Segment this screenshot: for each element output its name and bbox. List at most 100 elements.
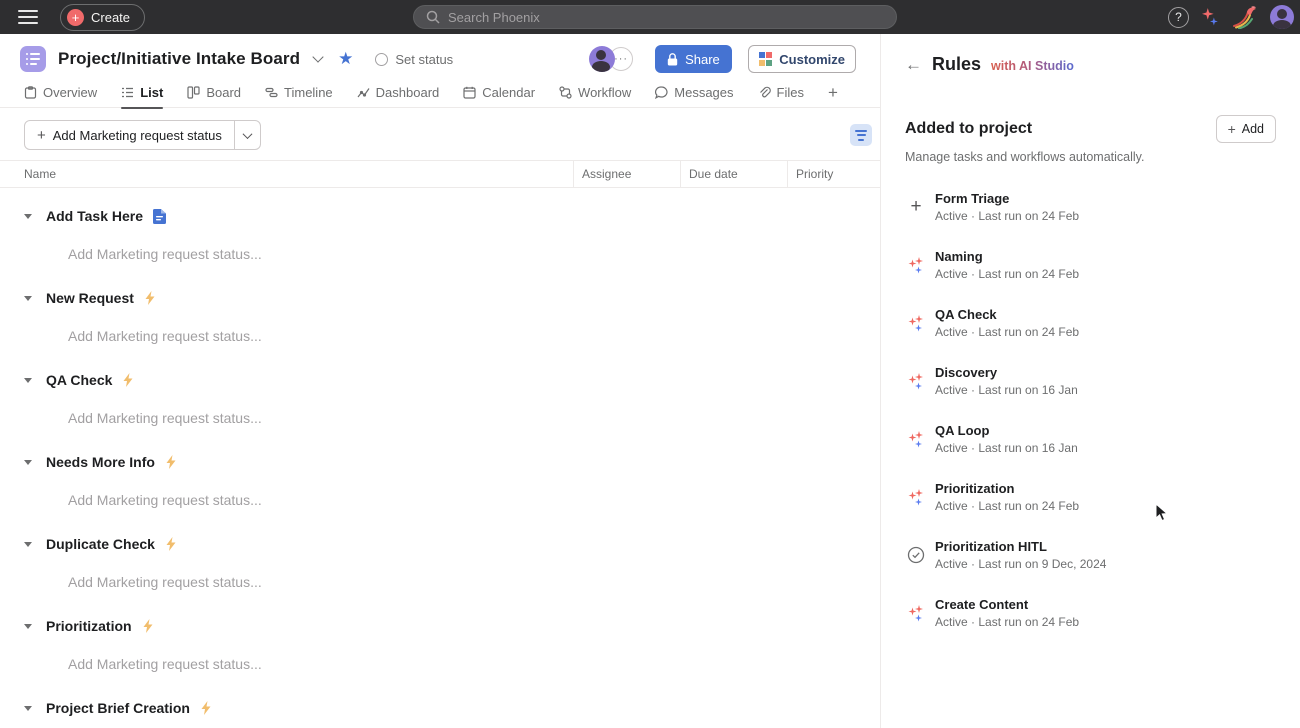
add-task-placeholder[interactable]: Add Marketing request status... <box>68 238 880 270</box>
rule-status: Active · Last run on 9 Dec, 2024 <box>935 557 1106 571</box>
customize-button[interactable]: Customize <box>748 45 856 73</box>
section-prioritization: Prioritization Add Marketing request sta… <box>0 610 880 680</box>
ai-sparkles-icon <box>908 257 925 274</box>
section-title[interactable]: Prioritization <box>46 618 132 634</box>
add-status-button[interactable]: + Add Marketing request status <box>24 120 261 150</box>
add-task-placeholder[interactable]: Add Marketing request status... <box>68 484 880 516</box>
tab-list[interactable]: List <box>121 78 163 108</box>
tab-label: Board <box>206 85 241 100</box>
ai-studio-badge: with AI Studio <box>991 59 1074 73</box>
rule-qa-check[interactable]: QA Check Active · Last run on 24 Feb <box>881 294 1300 352</box>
add-status-label: Add Marketing request status <box>53 128 222 143</box>
sidebar-toggle-icon[interactable] <box>10 3 46 31</box>
tab-timeline[interactable]: Timeline <box>265 78 333 108</box>
tab-workflow[interactable]: Workflow <box>559 78 631 108</box>
rule-name: Prioritization <box>935 481 1079 496</box>
rule-qa-loop[interactable]: QA Loop Active · Last run on 16 Jan <box>881 410 1300 468</box>
section-title[interactable]: Needs More Info <box>46 454 155 470</box>
project-icon[interactable] <box>20 46 46 72</box>
customize-grid-icon <box>759 52 773 66</box>
topbar: + Create Search Phoenix ? <box>0 0 1300 34</box>
rule-prioritization[interactable]: Prioritization Active · Last run on 24 F… <box>881 468 1300 526</box>
rule-bolt-icon <box>200 701 212 715</box>
section-collapse-icon[interactable] <box>24 296 32 301</box>
back-arrow-icon[interactable]: ← <box>905 55 922 75</box>
rule-bolt-icon <box>122 373 134 387</box>
paperclip-icon <box>758 86 771 99</box>
rule-bolt-icon <box>142 619 154 633</box>
tab-label: Files <box>777 85 804 100</box>
tab-label: Workflow <box>578 85 631 100</box>
user-avatar[interactable] <box>1270 5 1294 29</box>
rule-name: Prioritization HITL <box>935 539 1106 554</box>
rule-status: Active · Last run on 24 Feb <box>935 209 1079 223</box>
add-tab-button[interactable]: + <box>828 83 838 103</box>
column-assignee[interactable]: Assignee <box>573 161 680 187</box>
rule-naming[interactable]: Naming Active · Last run on 24 Feb <box>881 236 1300 294</box>
tab-dashboard[interactable]: Dashboard <box>357 78 440 108</box>
tab-label: Calendar <box>482 85 535 100</box>
section-title[interactable]: New Request <box>46 290 134 306</box>
section-title[interactable]: QA Check <box>46 372 112 388</box>
tab-board[interactable]: Board <box>187 78 241 108</box>
rule-name: QA Loop <box>935 423 1078 438</box>
add-task-placeholder[interactable]: Add Marketing request status... <box>68 402 880 434</box>
rule-create-content[interactable]: Create Content Active · Last run on 24 F… <box>881 584 1300 642</box>
add-task-placeholder[interactable]: Add Marketing request status... <box>68 566 880 598</box>
section-title[interactable]: Project Brief Creation <box>46 700 190 716</box>
column-name[interactable]: Name <box>0 167 573 181</box>
tab-label: Messages <box>674 85 733 100</box>
rule-status: Active · Last run on 16 Jan <box>935 441 1078 455</box>
rule-name: Discovery <box>935 365 1078 380</box>
share-button[interactable]: Share <box>655 45 732 73</box>
column-due-date[interactable]: Due date <box>680 161 787 187</box>
section-collapse-icon[interactable] <box>24 378 32 383</box>
favorite-star-icon[interactable]: ★ <box>338 49 353 69</box>
set-status-button[interactable]: Set status <box>375 52 453 67</box>
section-add-task-here: Add Task Here Add Marketing request stat… <box>0 200 880 270</box>
tab-calendar[interactable]: Calendar <box>463 78 535 108</box>
search-input[interactable]: Search Phoenix <box>413 5 897 29</box>
status-circle-icon <box>375 53 388 66</box>
column-priority[interactable]: Priority <box>787 161 880 187</box>
rule-name: Create Content <box>935 597 1079 612</box>
section-collapse-icon[interactable] <box>24 624 32 629</box>
rule-bolt-icon <box>165 455 177 469</box>
view-tabs: Overview List Board Timeline Dashboard C… <box>0 78 880 108</box>
tab-files[interactable]: Files <box>758 78 804 108</box>
tab-messages[interactable]: Messages <box>655 78 733 108</box>
section-new-request: New Request Add Marketing request status… <box>0 282 880 352</box>
section-collapse-icon[interactable] <box>24 542 32 547</box>
list-toolbar: + Add Marketing request status <box>0 108 880 160</box>
add-rule-label: Add <box>1242 122 1264 136</box>
create-button[interactable]: + Create <box>60 4 145 31</box>
add-task-placeholder[interactable]: Add Marketing request status... <box>68 648 880 680</box>
help-button[interactable]: ? <box>1168 7 1189 28</box>
add-status-dropdown[interactable] <box>234 121 260 149</box>
section-title[interactable]: Duplicate Check <box>46 536 155 552</box>
check-circle-icon <box>907 546 925 564</box>
tab-overview[interactable]: Overview <box>24 78 97 108</box>
add-rule-button[interactable]: + Add <box>1216 115 1276 143</box>
rule-status: Active · Last run on 24 Feb <box>935 615 1079 629</box>
section-collapse-icon[interactable] <box>24 706 32 711</box>
timeline-icon <box>265 86 278 99</box>
member-avatar[interactable] <box>589 46 615 72</box>
rule-prioritization-hitl[interactable]: Prioritization HITL Active · Last run on… <box>881 526 1300 584</box>
add-task-placeholder[interactable]: Add Marketing request status... <box>68 320 880 352</box>
ellipsis-icon: ··· <box>614 53 628 65</box>
section-needs-more-info: Needs More Info Add Marketing request st… <box>0 446 880 516</box>
plus-icon: + <box>67 9 84 26</box>
chevron-down-icon[interactable] <box>312 51 323 62</box>
panel-filter-button[interactable] <box>850 124 872 146</box>
section-duplicate-check: Duplicate Check Add Marketing request st… <box>0 528 880 598</box>
rule-form-triage[interactable]: + Form Triage Active · Last run on 24 Fe… <box>881 178 1300 236</box>
rule-name: Form Triage <box>935 191 1079 206</box>
phoenix-icon[interactable] <box>1231 5 1259 29</box>
ai-sparkles-icon[interactable] <box>1200 7 1220 27</box>
section-collapse-icon[interactable] <box>24 460 32 465</box>
section-project-brief-creation: Project Brief Creation <box>0 692 880 724</box>
section-collapse-icon[interactable] <box>24 214 32 219</box>
section-title[interactable]: Add Task Here <box>46 208 143 224</box>
rule-discovery[interactable]: Discovery Active · Last run on 16 Jan <box>881 352 1300 410</box>
